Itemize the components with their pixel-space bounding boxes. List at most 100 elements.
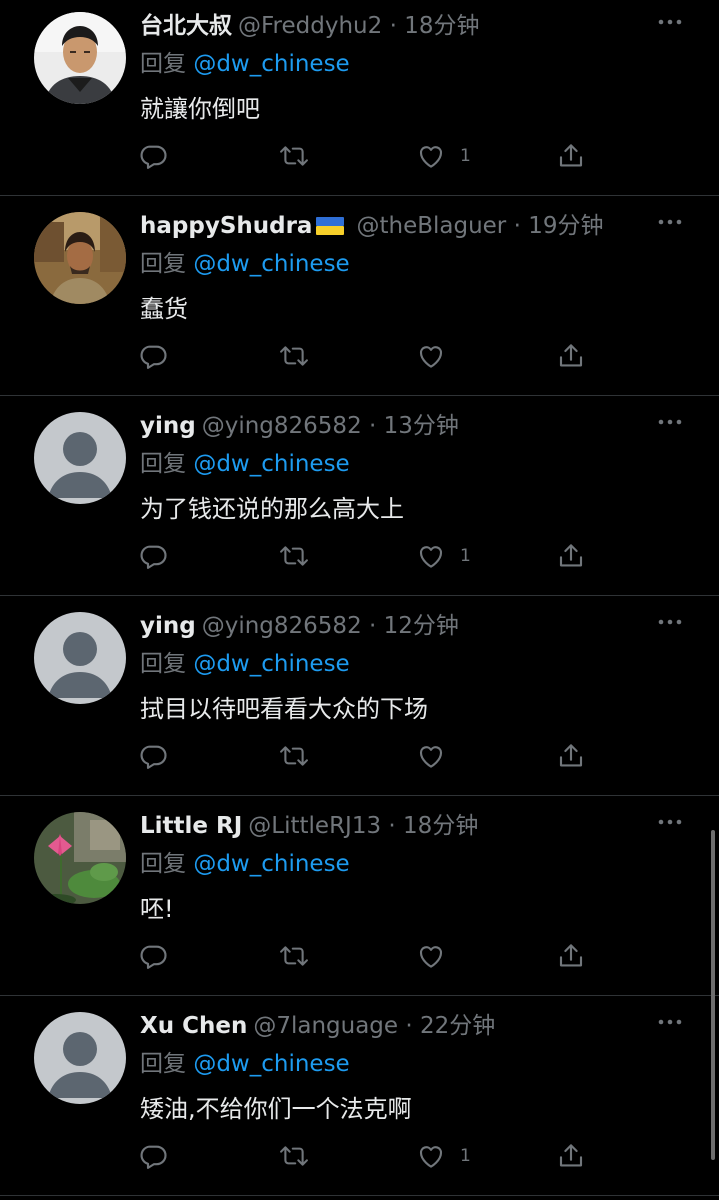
mention-link[interactable]: @dw_chinese: [193, 251, 349, 277]
timestamp[interactable]: 19分钟: [528, 213, 603, 239]
display-name[interactable]: happyShudra: [140, 213, 312, 239]
tweet[interactable]: Xu Chen @7language · 22分钟 回复 @dw_chinese …: [0, 996, 719, 1196]
reply-prefix: 回复: [140, 651, 186, 677]
share-button[interactable]: [556, 936, 586, 976]
timestamp[interactable]: 18分钟: [404, 13, 479, 39]
retweet-button[interactable]: [278, 936, 310, 976]
tweet-actions: [138, 336, 598, 376]
avatar[interactable]: [34, 612, 126, 704]
like-count: 1: [460, 1146, 471, 1166]
reply-icon: [138, 741, 168, 771]
avatar[interactable]: [34, 1012, 126, 1104]
user-handle[interactable]: @ying826582: [202, 613, 362, 639]
separator-dot: ·: [513, 213, 521, 239]
tweet[interactable]: ying @ying826582 · 12分钟 回复 @dw_chinese 拭目…: [0, 596, 719, 796]
share-icon: [556, 1141, 586, 1171]
tweet-header: Little RJ @LittleRJ13 · 18分钟: [140, 810, 649, 842]
tweet[interactable]: happyShudra @theBlaguer · 19分钟 回复 @dw_chi…: [0, 196, 719, 396]
mention-link[interactable]: @dw_chinese: [193, 851, 349, 877]
tweet-text: 矮油,不给你们一个法克啊: [140, 1095, 412, 1123]
retweet-button[interactable]: [278, 336, 310, 376]
tweet-header: Xu Chen @7language · 22分钟: [140, 1010, 649, 1042]
retweet-button[interactable]: [278, 536, 310, 576]
retweet-icon: [278, 541, 310, 571]
tweet[interactable]: 台北大叔 @Freddyhu2 · 18分钟 回复 @dw_chinese 就讓你…: [0, 0, 719, 196]
avatar[interactable]: [34, 412, 126, 504]
tweet-text: 呸!: [140, 895, 174, 923]
replying-to: 回复 @dw_chinese: [140, 1048, 350, 1080]
reply-icon: [138, 141, 168, 171]
retweet-button[interactable]: [278, 1136, 310, 1176]
reply-prefix: 回复: [140, 1051, 186, 1077]
reply-button[interactable]: [138, 336, 168, 376]
scrollbar[interactable]: [711, 830, 715, 1160]
reply-icon: [138, 941, 168, 971]
avatar[interactable]: [34, 212, 126, 304]
separator-dot: ·: [388, 813, 396, 839]
share-button[interactable]: [556, 136, 586, 176]
timestamp[interactable]: 13分钟: [384, 413, 459, 439]
user-handle[interactable]: @LittleRJ13: [248, 813, 381, 839]
tweet[interactable]: Little RJ @LittleRJ13 · 18分钟 回复 @dw_chine…: [0, 796, 719, 996]
more-options-icon[interactable]: [655, 810, 685, 834]
user-handle[interactable]: @Freddyhu2: [238, 13, 382, 39]
timestamp[interactable]: 22分钟: [420, 1013, 495, 1039]
share-button[interactable]: [556, 336, 586, 376]
timestamp[interactable]: 12分钟: [384, 613, 459, 639]
like-button[interactable]: [416, 936, 446, 976]
like-count: 1: [460, 546, 471, 566]
mention-link[interactable]: @dw_chinese: [193, 1051, 349, 1077]
mention-link[interactable]: @dw_chinese: [193, 451, 349, 477]
reply-button[interactable]: [138, 1136, 168, 1176]
more-options-icon[interactable]: [655, 10, 685, 34]
tweet-text: 为了钱还说的那么高大上: [140, 495, 404, 523]
display-name[interactable]: 台北大叔: [140, 13, 232, 39]
tweet[interactable]: ying @ying826582 · 13分钟 回复 @dw_chinese 为了…: [0, 396, 719, 596]
reply-icon: [138, 541, 168, 571]
like-button[interactable]: 1: [416, 1136, 471, 1176]
retweet-button[interactable]: [278, 136, 310, 176]
like-button[interactable]: [416, 336, 446, 376]
avatar[interactable]: [34, 812, 126, 904]
user-handle[interactable]: @ying826582: [202, 413, 362, 439]
reply-button[interactable]: [138, 536, 168, 576]
retweet-icon: [278, 941, 310, 971]
more-options-icon[interactable]: [655, 1010, 685, 1034]
tweet-text: 拭目以待吧看看大众的下场: [140, 695, 428, 723]
like-count: 1: [460, 146, 471, 166]
display-name[interactable]: ying: [140, 613, 196, 639]
display-name[interactable]: ying: [140, 413, 196, 439]
share-button[interactable]: [556, 536, 586, 576]
reply-button[interactable]: [138, 936, 168, 976]
like-button[interactable]: [416, 736, 446, 776]
reply-prefix: 回复: [140, 451, 186, 477]
display-name[interactable]: Little RJ: [140, 813, 242, 839]
avatar[interactable]: [34, 12, 126, 104]
more-options-icon[interactable]: [655, 610, 685, 634]
tweet-actions: 1: [138, 536, 598, 576]
like-button[interactable]: 1: [416, 536, 471, 576]
more-options-icon[interactable]: [655, 410, 685, 434]
mention-link[interactable]: @dw_chinese: [193, 651, 349, 677]
mention-link[interactable]: @dw_chinese: [193, 51, 349, 77]
share-button[interactable]: [556, 736, 586, 776]
ukraine-flag-icon: [316, 217, 345, 235]
tweet-header: ying @ying826582 · 12分钟: [140, 610, 649, 642]
share-button[interactable]: [556, 1136, 586, 1176]
retweet-button[interactable]: [278, 736, 310, 776]
user-handle[interactable]: @theBlaguer: [356, 213, 506, 239]
heart-icon: [416, 941, 446, 971]
user-handle[interactable]: @7language: [253, 1013, 398, 1039]
heart-icon: [416, 341, 446, 371]
separator-dot: ·: [369, 613, 377, 639]
replying-to: 回复 @dw_chinese: [140, 448, 350, 480]
reply-icon: [138, 341, 168, 371]
like-button[interactable]: 1: [416, 136, 471, 176]
display-name[interactable]: Xu Chen: [140, 1013, 247, 1039]
reply-icon: [138, 1141, 168, 1171]
heart-icon: [416, 1141, 446, 1171]
more-options-icon[interactable]: [655, 210, 685, 234]
reply-button[interactable]: [138, 136, 168, 176]
timestamp[interactable]: 18分钟: [403, 813, 478, 839]
reply-button[interactable]: [138, 736, 168, 776]
